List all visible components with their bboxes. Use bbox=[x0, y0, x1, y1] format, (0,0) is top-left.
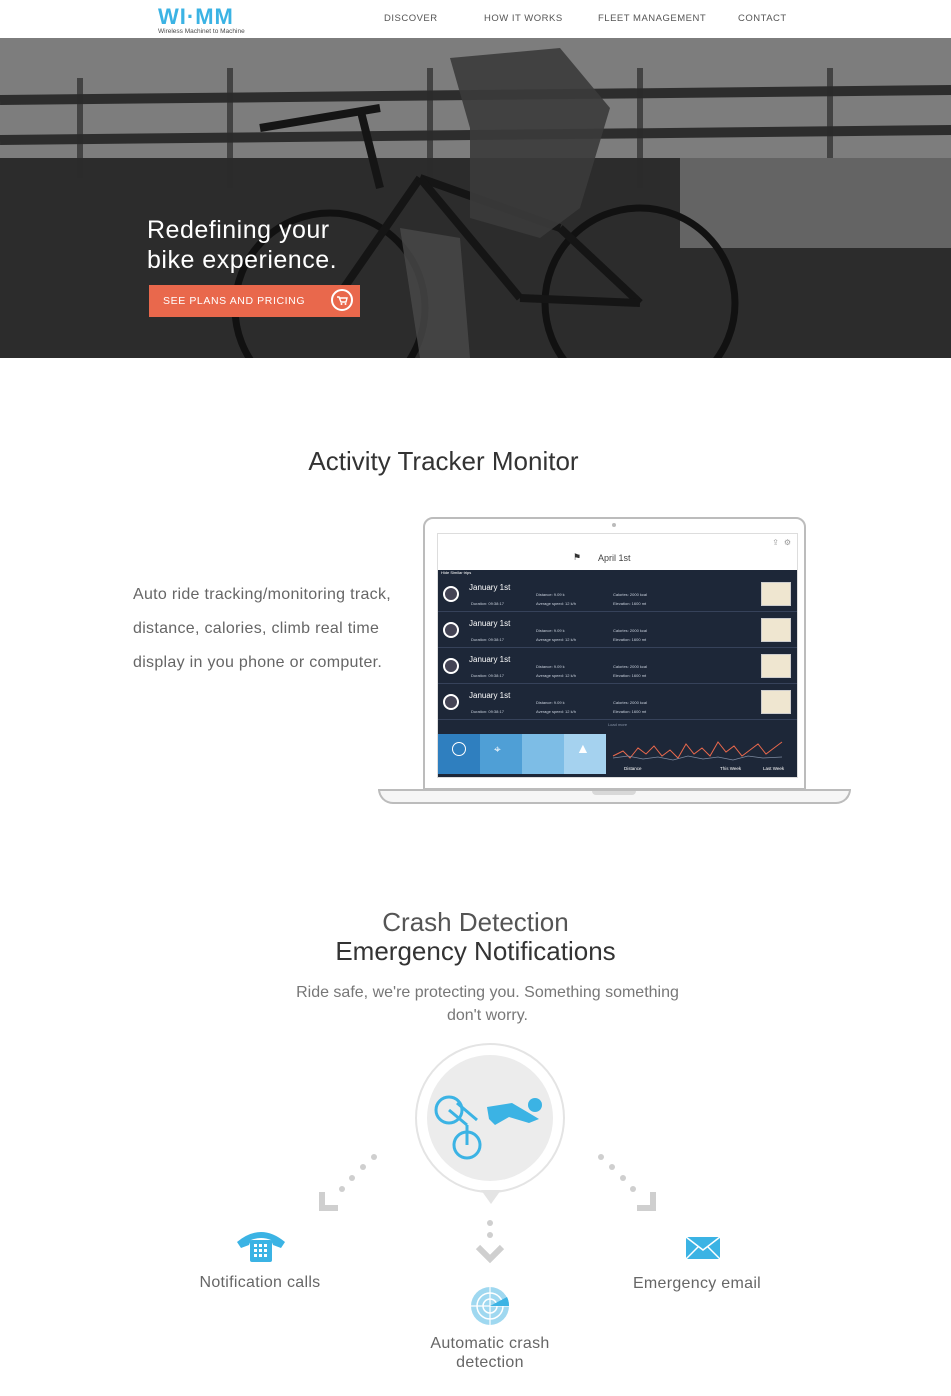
trip-duration: Duration: 09:38:17 bbox=[471, 637, 504, 642]
trip-calories: Calories: 2000 kcal bbox=[613, 664, 648, 669]
notification-calls-label: Notification calls bbox=[199, 1274, 321, 1291]
nav-discover[interactable]: DISCOVER bbox=[384, 13, 438, 24]
load-more-link[interactable]: Load more bbox=[438, 720, 797, 734]
crash-description-line-2: don't worry. bbox=[446, 1007, 528, 1024]
see-plans-button-label: SEE PLANS AND PRICING bbox=[163, 295, 306, 307]
camera-dot bbox=[612, 523, 616, 527]
tracker-heading: Activity Tracker Monitor bbox=[308, 446, 579, 476]
hero-bike-photo bbox=[0, 38, 951, 358]
tracker-description: Auto ride tracking/monitoring track, dis… bbox=[133, 586, 392, 671]
hero-title-line-1: Redefining your bbox=[147, 216, 330, 244]
auto-detection-line-2: detection bbox=[456, 1354, 524, 1371]
emergency-email-label: Emergency email bbox=[632, 1275, 762, 1292]
hero-title: Redefining your bike experience. bbox=[147, 215, 337, 275]
logo-mark: WI·MM bbox=[158, 4, 234, 29]
trip-distance: Distance: 9.09 k bbox=[536, 628, 565, 633]
graph-last-week-label: Last Week bbox=[763, 766, 785, 771]
stat-tile-calories[interactable] bbox=[522, 734, 564, 774]
radar-icon bbox=[471, 1287, 510, 1325]
top-navigation: WI·MM Wireless Machinet to Machine DISCO… bbox=[0, 0, 951, 39]
stat-tile-distance[interactable]: ⌖ bbox=[480, 734, 522, 774]
filter-label: Hide Similar trips bbox=[441, 570, 472, 575]
automatic-crash-detection-label: Automatic crash detection bbox=[400, 1334, 580, 1372]
logo-tagline: Wireless Machinet to Machine bbox=[158, 28, 245, 35]
see-plans-button[interactable]: SEE PLANS AND PRICING bbox=[149, 285, 360, 317]
share-icon[interactable]: ⇪ bbox=[772, 538, 779, 547]
stopwatch-icon bbox=[452, 742, 466, 756]
trip-row[interactable]: January 1st Duration: 09:38:17 Distance:… bbox=[438, 684, 797, 720]
trip-map-thumbnail[interactable] bbox=[761, 690, 791, 714]
email-icon bbox=[685, 1236, 721, 1260]
arrow-right-dots bbox=[598, 1154, 656, 1211]
trip-duration: Duration: 09:38:17 bbox=[471, 673, 504, 678]
flag-icon: ⚑ bbox=[573, 552, 582, 562]
trip-map-thumbnail[interactable] bbox=[761, 582, 791, 606]
stat-tile-climb[interactable]: ▲ bbox=[564, 734, 606, 774]
trip-speed: Average speed: 12 k/h bbox=[536, 709, 576, 714]
trip-speed: Average speed: 12 k/h bbox=[536, 637, 576, 642]
trip-calories: Calories: 2000 kcal bbox=[613, 700, 648, 705]
arrow-left-dots bbox=[319, 1154, 377, 1211]
nav-how-it-works[interactable]: HOW IT WORKS bbox=[484, 13, 563, 24]
bike-icon bbox=[443, 658, 459, 674]
cart-icon bbox=[331, 289, 353, 311]
stat-tile-time[interactable] bbox=[438, 734, 480, 774]
trip-map-thumbnail[interactable] bbox=[761, 654, 791, 678]
bike-icon bbox=[443, 622, 459, 638]
hero-title-line-2: bike experience. bbox=[147, 246, 338, 274]
trip-row[interactable]: January 1st Duration: 09:38:17 Distance:… bbox=[438, 612, 797, 648]
bike-icon bbox=[443, 694, 459, 710]
crash-icon bbox=[434, 1095, 542, 1160]
trip-date: January 1st bbox=[469, 691, 511, 700]
auto-detection-line-1: Automatic crash bbox=[430, 1335, 550, 1352]
trip-calories: Calories: 2000 kcal bbox=[613, 592, 648, 597]
crash-subtitle: Emergency Notifications bbox=[335, 936, 616, 966]
app-header: ⚑ April 1st ⇪ ⚙ bbox=[438, 534, 797, 570]
trip-duration: Duration: 09:38:17 bbox=[471, 709, 504, 714]
crash-bubble bbox=[415, 1043, 565, 1204]
laptop-base bbox=[378, 789, 851, 804]
phone-icon bbox=[237, 1232, 285, 1262]
bubble-pointer bbox=[481, 1190, 501, 1204]
trip-row[interactable]: January 1st Duration: 09:38:17 Distance:… bbox=[438, 648, 797, 684]
settings-icon[interactable]: ⚙ bbox=[784, 538, 791, 547]
crash-description-line-1: Ride safe, we're protecting you. Somethi… bbox=[296, 984, 679, 1001]
mountain-icon: ▲ bbox=[576, 740, 590, 756]
crash-description: Ride safe, we're protecting you. Somethi… bbox=[265, 981, 710, 1027]
trip-elevation: Elevation: 1600 mt bbox=[613, 709, 647, 714]
bike-icon bbox=[443, 586, 459, 602]
arrow-down-dots bbox=[475, 1220, 505, 1264]
graph-distance-label: Distance bbox=[624, 766, 642, 771]
trip-calories: Calories: 2000 kcal bbox=[613, 628, 648, 633]
tracker-app: ⚑ April 1st ⇪ ⚙ Hide Similar trips Janua… bbox=[437, 533, 798, 778]
trip-distance: Distance: 9.09 k bbox=[536, 700, 565, 705]
nav-fleet-management[interactable]: FLEET MANAGEMENT bbox=[598, 13, 706, 24]
pin-icon: ⌖ bbox=[494, 742, 501, 756]
laptop-screen: ⚑ April 1st ⇪ ⚙ Hide Similar trips Janua… bbox=[423, 517, 806, 790]
trip-distance: Distance: 9.09 k bbox=[536, 664, 565, 669]
nav-contact[interactable]: CONTACT bbox=[738, 13, 787, 24]
trip-elevation: Elevation: 1600 mt bbox=[613, 673, 647, 678]
stats-footer: ⌖ ▲ Distance This Week Last Week bbox=[438, 734, 797, 777]
graph-this-week-label: This Week bbox=[720, 766, 742, 771]
laptop-notch bbox=[592, 791, 636, 795]
trip-elevation: Elevation: 1600 mt bbox=[613, 601, 647, 606]
trip-row[interactable]: January 1st Duration: 09:38:17 Distance:… bbox=[438, 576, 797, 612]
trip-date: January 1st bbox=[469, 583, 511, 592]
trip-distance: Distance: 9.09 k bbox=[536, 592, 565, 597]
trip-map-thumbnail[interactable] bbox=[761, 618, 791, 642]
crash-title: Crash Detection bbox=[382, 907, 569, 937]
logo[interactable]: WI·MM Wireless Machinet to Machine bbox=[158, 6, 245, 36]
trip-date: January 1st bbox=[469, 619, 511, 628]
trip-date: January 1st bbox=[469, 655, 511, 664]
app-date: April 1st bbox=[598, 553, 631, 563]
trip-elevation: Elevation: 1600 mt bbox=[613, 637, 647, 642]
trip-speed: Average speed: 12 k/h bbox=[536, 673, 576, 678]
hero-banner: Redefining your bike experience. SEE PLA… bbox=[0, 38, 951, 358]
trip-duration: Duration: 09:38:17 bbox=[471, 601, 504, 606]
trip-speed: Average speed: 12 k/h bbox=[536, 601, 576, 606]
